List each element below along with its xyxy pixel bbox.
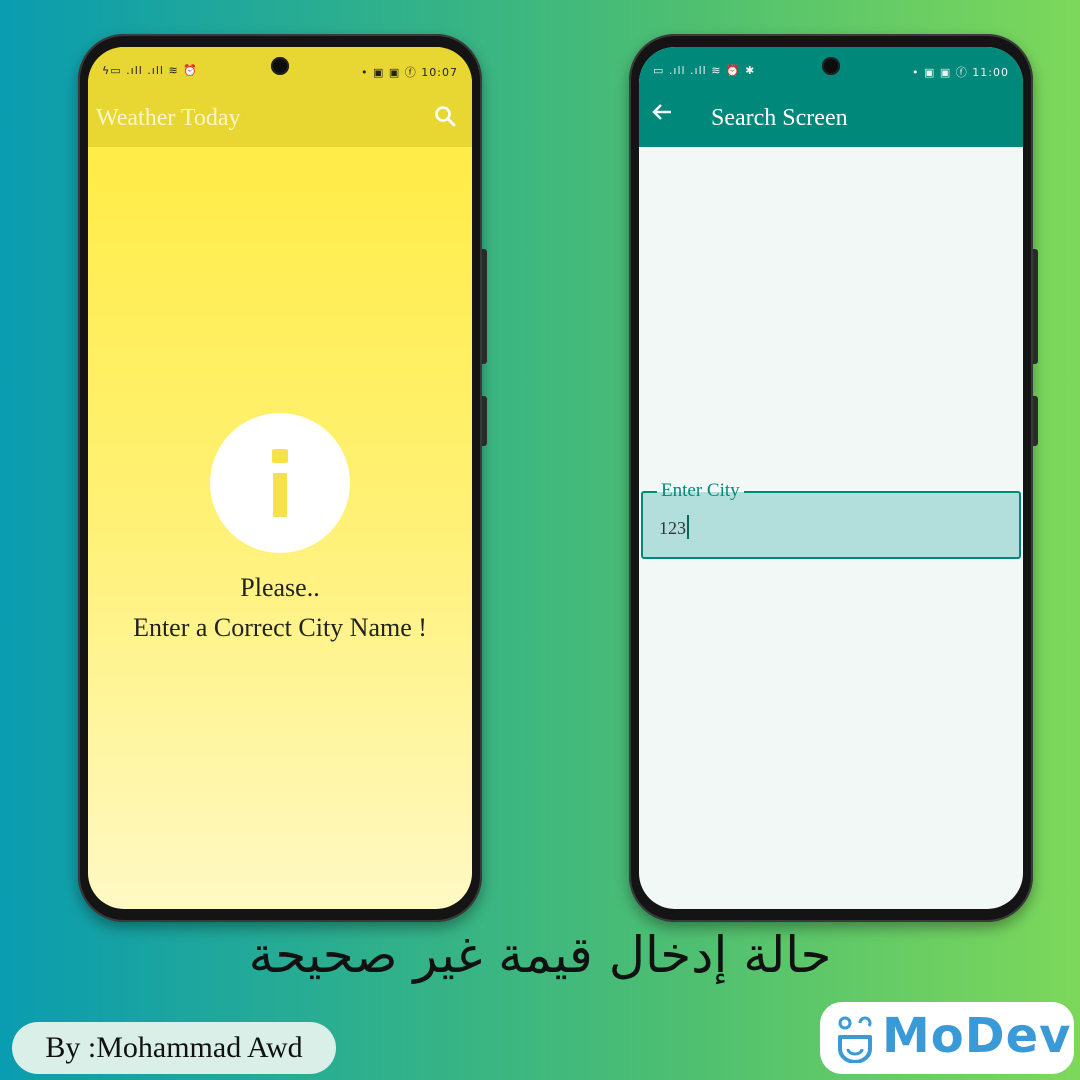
- search-icon[interactable]: [434, 105, 456, 133]
- power-button: [482, 396, 487, 446]
- app-bar: Search Screen: [639, 91, 1023, 147]
- error-message-title: Please..: [240, 573, 320, 602]
- modev-logo-icon: [838, 1016, 872, 1063]
- status-icons-right: • ▣ ▣ ⓕ 11:00: [912, 66, 1009, 79]
- search-screen: ▭ .ıll .ıll ≋ ⏰ ✱ • ▣ ▣ ⓕ 11:00 Search S…: [639, 47, 1023, 909]
- city-input-label: Enter City: [657, 480, 744, 502]
- front-camera: [822, 57, 840, 75]
- status-icons-left: ϟ▭ .ıll .ıll ≋ ⏰: [102, 64, 198, 77]
- error-message-body: Enter a Correct City Name !: [133, 613, 427, 642]
- app-title: Weather Today: [96, 105, 241, 131]
- front-camera: [271, 57, 289, 75]
- city-input[interactable]: Enter City 123: [641, 480, 1021, 559]
- volume-button: [1033, 249, 1038, 364]
- city-input-value[interactable]: 123: [659, 515, 689, 539]
- app-title: Search Screen: [711, 105, 848, 131]
- author-badge: By :Mohammad Awd: [12, 1022, 336, 1074]
- status-icons-left: ▭ .ıll .ıll ≋ ⏰ ✱: [653, 64, 756, 77]
- arabic-caption: حالة إدخال قيمة غير صحيحة: [248, 926, 832, 984]
- info-icon: [210, 413, 350, 553]
- back-arrow-icon[interactable]: [651, 101, 673, 129]
- app-bar: Weather Today: [88, 91, 472, 147]
- right-phone: ▭ .ıll .ıll ≋ ⏰ ✱ • ▣ ▣ ⓕ 11:00 Search S…: [629, 34, 1038, 922]
- weather-screen: ϟ▭ .ıll .ıll ≋ ⏰ • ▣ ▣ ⓕ 10:07 Weather T…: [88, 47, 472, 909]
- text-caret: [687, 515, 689, 539]
- logo-text: MoDev: [882, 1008, 1072, 1064]
- left-phone: ϟ▭ .ıll .ıll ≋ ⏰ • ▣ ▣ ⓕ 10:07 Weather T…: [78, 34, 487, 922]
- modev-logo: MoDev: [820, 1002, 1074, 1074]
- volume-button: [482, 249, 487, 364]
- status-icons-right: • ▣ ▣ ⓕ 10:07: [361, 66, 458, 79]
- power-button: [1033, 396, 1038, 446]
